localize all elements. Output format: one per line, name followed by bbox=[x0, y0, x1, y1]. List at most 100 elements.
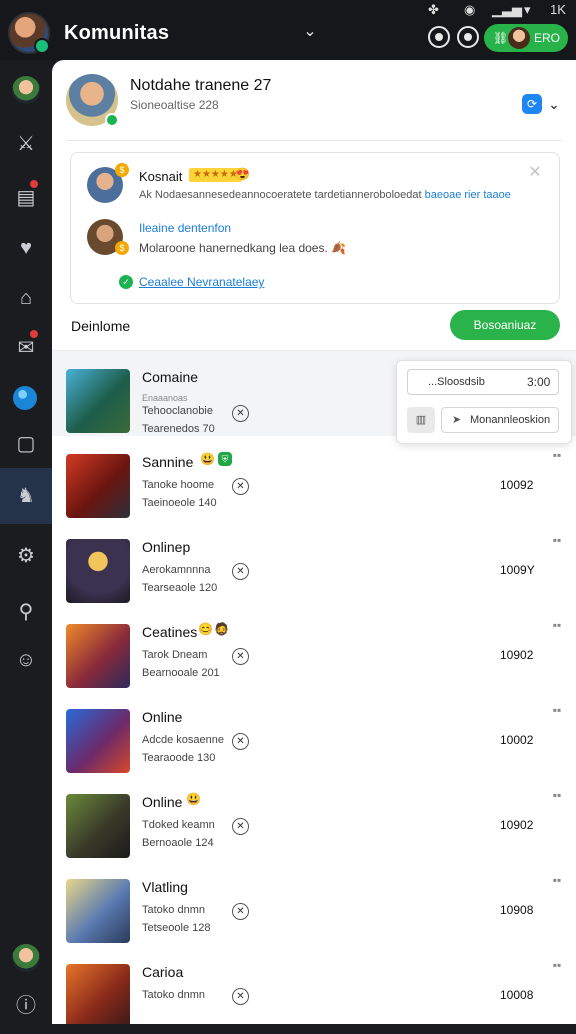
section-button[interactable]: Bosoaniuaz bbox=[450, 310, 560, 340]
item-line-1: Aerokamnnna bbox=[142, 564, 211, 576]
send-icon: ➤ bbox=[452, 414, 462, 426]
item-title: Online bbox=[142, 794, 183, 810]
game-thumbnail bbox=[66, 369, 130, 433]
notification-text-link[interactable]: baeoae rier taaoe bbox=[425, 189, 511, 201]
close-circle-icon[interactable]: ✕ bbox=[232, 405, 249, 422]
emoji-icon: 😃 bbox=[186, 792, 201, 806]
top-bar: Komunitas ⌄ ✤ ◉ ▁▃▅ ▾ 1K ⛓ ERO bbox=[0, 0, 576, 60]
list-item[interactable]: Online Adcde kosaenne Tearaoode 130 ✕ 10… bbox=[52, 691, 576, 777]
notification-badge bbox=[30, 180, 38, 188]
more-icon[interactable]: ▪▪ bbox=[550, 874, 564, 886]
profile-pill[interactable]: ⛓ ERO bbox=[484, 24, 568, 52]
app-title: Komunitas bbox=[64, 22, 170, 44]
profile-name: Notdahe tranene 27 bbox=[130, 77, 272, 94]
sidebar-item-info[interactable]: ⓘ bbox=[0, 978, 52, 1034]
notification-link[interactable]: Ileaine dentenfon bbox=[139, 221, 231, 235]
emoji-icon: 😊 bbox=[198, 622, 213, 636]
item-line-2: Taeinoeole 140 bbox=[142, 497, 217, 509]
status-time: 1K bbox=[550, 2, 566, 17]
square-icon: ▢ bbox=[16, 433, 36, 455]
character-icon: ♞ bbox=[17, 485, 35, 507]
quick-action-popup: ...Sloosdsib 3:00 ▥ ➤ Monannleoskion bbox=[396, 360, 572, 444]
grid-icon[interactable]: ▥ bbox=[407, 407, 435, 433]
rating-stars: ★★★★★ bbox=[189, 168, 242, 182]
close-circle-icon[interactable]: ✕ bbox=[232, 988, 249, 1005]
list-item[interactable]: Vlatling Tatoko dnmn Tetseoole 128 ✕ 109… bbox=[52, 861, 576, 947]
item-line-2: Tearseaole 120 bbox=[142, 582, 218, 594]
notification-action-link[interactable]: Ceaalee Nevranatelaey bbox=[139, 275, 264, 289]
close-icon[interactable]: ✕ bbox=[527, 165, 543, 181]
sidebar-item-characters[interactable]: ♞ bbox=[0, 468, 52, 524]
sidebar-avatar[interactable] bbox=[12, 76, 40, 104]
notification-text-2-label: Molaroone hanernedkang lea does. bbox=[139, 241, 328, 255]
sidebar-item-messages[interactable]: ✉ bbox=[0, 320, 52, 376]
item-title: Carioa bbox=[142, 964, 184, 980]
time-label: 3:00 bbox=[527, 375, 551, 389]
close-circle-icon[interactable]: ✕ bbox=[232, 733, 249, 750]
item-value: 10002 bbox=[500, 733, 534, 747]
chevron-down-icon[interactable]: ⌄ bbox=[302, 24, 318, 40]
item-line-1: Tatoko dnmn bbox=[142, 904, 205, 916]
status-icon: ✤ bbox=[428, 2, 439, 17]
item-value: 10092 bbox=[500, 478, 534, 492]
popup-action-button[interactable]: ➤ Monannleoskion bbox=[441, 407, 559, 433]
close-circle-icon[interactable]: ✕ bbox=[232, 563, 249, 580]
sidebar-item-chat[interactable]: ☺ bbox=[0, 632, 52, 688]
link-icon: ⛓ bbox=[493, 31, 509, 45]
game-thumbnail bbox=[66, 964, 130, 1024]
more-icon[interactable]: ▪▪ bbox=[550, 704, 564, 716]
sidebar-item-guild[interactable]: ♥ bbox=[0, 220, 52, 276]
controller-icon[interactable] bbox=[457, 26, 479, 48]
target-icon[interactable] bbox=[428, 26, 450, 48]
sync-icon[interactable]: ⟳ bbox=[522, 94, 542, 114]
game-thumbnail bbox=[66, 879, 130, 943]
close-circle-icon[interactable]: ✕ bbox=[232, 903, 249, 920]
user-avatar[interactable] bbox=[8, 12, 50, 54]
pill-avatar bbox=[508, 27, 530, 49]
sidebar-item-globe[interactable] bbox=[13, 386, 37, 410]
game-thumbnail bbox=[66, 794, 130, 858]
sidebar-item-home[interactable]: ⌂ bbox=[0, 270, 52, 326]
more-icon[interactable]: ▪▪ bbox=[550, 449, 564, 461]
game-thumbnail bbox=[66, 624, 130, 688]
more-icon[interactable]: ▪▪ bbox=[550, 959, 564, 971]
item-title: Ceatines bbox=[142, 624, 198, 640]
pill-label: ERO bbox=[534, 31, 561, 45]
game-thumbnail bbox=[66, 454, 130, 518]
sidebar-item-tasks[interactable]: ▤ bbox=[0, 170, 52, 226]
info-icon: ⓘ bbox=[16, 995, 36, 1017]
sidebar-item-window[interactable]: ▢ bbox=[0, 416, 52, 472]
list-item[interactable]: Ceatines 😊 🧔 Tarok Dneam Bearnooale 201 … bbox=[52, 606, 576, 692]
list-item[interactable]: Carioa Tatoko dnmn ✕ 10008 ▪▪ bbox=[52, 946, 576, 1024]
item-line-2: Tearaoode 130 bbox=[142, 752, 216, 764]
profile-avatar[interactable] bbox=[66, 74, 119, 127]
item-line-1: Tarok Dneam bbox=[142, 649, 208, 661]
close-circle-icon[interactable]: ✕ bbox=[232, 818, 249, 835]
sidebar-bottom-avatar[interactable] bbox=[12, 944, 40, 972]
close-circle-icon[interactable]: ✕ bbox=[232, 648, 249, 665]
game-list: Comaine Enaaanoas Tehooclanobie Tearened… bbox=[52, 350, 576, 1024]
list-item[interactable]: Sannine 😃 ⛨ Tanoke hoome Taeinoeole 140 … bbox=[52, 436, 576, 522]
sidebar-item-settings[interactable]: ⚙ bbox=[0, 528, 52, 584]
chevron-down-icon[interactable]: ⌄ bbox=[546, 94, 562, 114]
search-placeholder: ...Sloosdsib bbox=[428, 376, 485, 388]
notification-card: $ Kosnait ★★★★★ 😍 Ak Nodaesannesedeannoc… bbox=[70, 152, 560, 304]
emoji-icon: 😍 bbox=[235, 167, 250, 181]
chat-icon: ☺ bbox=[15, 649, 37, 671]
wifi-icon: ▾ bbox=[524, 2, 531, 17]
close-circle-icon[interactable]: ✕ bbox=[232, 478, 249, 495]
profile-subtitle: Sioneoaltise 228 bbox=[130, 98, 219, 112]
more-icon[interactable]: ▪▪ bbox=[550, 534, 564, 546]
more-icon[interactable]: ▪▪ bbox=[550, 789, 564, 801]
list-item[interactable]: Onlinep Aerokamnnna Tearseaole 120 ✕ 100… bbox=[52, 521, 576, 607]
popup-action-label: Monannleoskion bbox=[470, 414, 551, 426]
item-line-2: Tearenedos 70 bbox=[142, 423, 215, 435]
notification-text: Ak Nodaesannesedeannocoeratete tardetian… bbox=[139, 189, 511, 201]
more-icon[interactable]: ▪▪ bbox=[550, 619, 564, 631]
item-value: 10902 bbox=[500, 818, 534, 832]
sidebar-item-heroes[interactable]: ⚔ bbox=[0, 116, 52, 172]
section-label: Deinlome bbox=[71, 318, 131, 334]
item-title: Vlatling bbox=[142, 879, 188, 895]
list-item[interactable]: Online 😃 Tdoked keamn Bernoaole 124 ✕ 10… bbox=[52, 776, 576, 862]
gear-icon: ⚙ bbox=[17, 545, 35, 567]
